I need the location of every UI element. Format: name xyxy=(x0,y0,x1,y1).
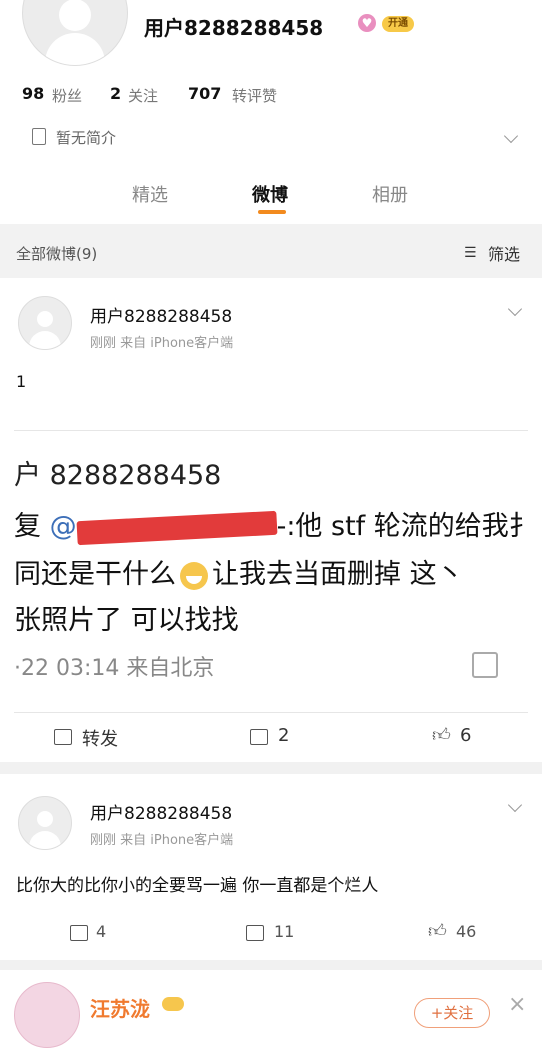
recommend-avatar[interactable] xyxy=(14,982,80,1048)
edit-icon[interactable] xyxy=(472,652,498,678)
repost-icon[interactable] xyxy=(54,729,72,745)
tab-weibo[interactable]: 微博 xyxy=(252,181,288,207)
all-posts-count[interactable]: 全部微博(9) xyxy=(16,243,97,264)
profile-intro[interactable]: 暂无简介 xyxy=(56,127,116,148)
repost-count[interactable]: 4 xyxy=(96,922,106,941)
post-avatar[interactable] xyxy=(18,796,72,850)
likes-count[interactable]: 707 xyxy=(188,84,221,103)
divider xyxy=(14,430,528,431)
like-icon[interactable]: 👍︎ xyxy=(432,724,451,746)
document-icon xyxy=(32,128,46,145)
profile-username: 用户8288288458 xyxy=(144,16,324,40)
repost-line-3: 张照片了 可以找找 xyxy=(14,605,239,636)
section-gap xyxy=(0,762,542,774)
post-text: 1 xyxy=(16,372,27,391)
recommend-name[interactable]: 汪苏泷 xyxy=(90,993,150,1022)
comment-icon[interactable] xyxy=(250,729,268,745)
divider xyxy=(14,712,528,713)
open-badge[interactable]: 开通 xyxy=(382,16,414,32)
repost-line-2: 同还是干什么 让我去当面删掉 这丶 xyxy=(14,559,464,590)
post-author[interactable]: 用户8288288458 xyxy=(90,799,232,824)
post-menu-chevron-icon[interactable] xyxy=(507,301,523,317)
followers-count[interactable]: 98 xyxy=(22,84,44,103)
vip-badge-icon xyxy=(162,997,184,1011)
repost-title: 户 8288288458 xyxy=(14,460,222,491)
post-menu-chevron-icon[interactable] xyxy=(507,797,523,813)
like-count[interactable]: 6 xyxy=(460,725,471,746)
post-text: 比你大的比你小的全要骂一遍 你一直都是个烂人 xyxy=(16,876,379,896)
post-avatar[interactable] xyxy=(18,296,72,350)
likes-label[interactable]: 转评赞 xyxy=(232,85,277,106)
vip-icon[interactable]: ♥ xyxy=(358,14,376,32)
post-author[interactable]: 用户8288288458 xyxy=(90,302,232,327)
following-count[interactable]: 2 xyxy=(110,84,121,103)
followers-label[interactable]: 粉丝 xyxy=(52,85,82,106)
comment-icon[interactable] xyxy=(246,925,264,941)
repost-icon[interactable] xyxy=(70,925,88,941)
profile-avatar[interactable] xyxy=(22,0,128,66)
tab-album[interactable]: 相册 xyxy=(372,181,408,207)
following-label[interactable]: 关注 xyxy=(128,85,158,106)
like-count[interactable]: 46 xyxy=(456,922,476,941)
section-gap xyxy=(0,960,542,970)
active-tab-indicator xyxy=(258,210,286,214)
comment-count[interactable]: 11 xyxy=(274,922,294,941)
close-icon[interactable]: × xyxy=(508,992,526,1017)
filter-button[interactable]: 筛选 xyxy=(488,241,520,265)
laugh-emoji-icon xyxy=(180,561,208,590)
chevron-down-icon[interactable] xyxy=(503,128,519,144)
mention-link[interactable]: @ xyxy=(50,511,77,542)
post-meta: 刚刚 来自 iPhone客户端 xyxy=(90,336,234,351)
repost-line-1: 复 @ -:他 stf 轮流的给我扌 xyxy=(14,504,536,545)
repost-time: ·22 03:14 来自北京 xyxy=(14,656,215,681)
post-meta: 刚刚 来自 iPhone客户端 xyxy=(90,833,234,848)
filter-icon[interactable]: ☰ xyxy=(464,245,486,261)
redaction-mark xyxy=(76,510,278,545)
comment-count[interactable]: 2 xyxy=(278,725,289,746)
like-icon[interactable]: 👍︎ xyxy=(428,920,447,942)
repost-button[interactable]: 转发 xyxy=(82,725,118,751)
tab-featured[interactable]: 精选 xyxy=(132,181,168,207)
